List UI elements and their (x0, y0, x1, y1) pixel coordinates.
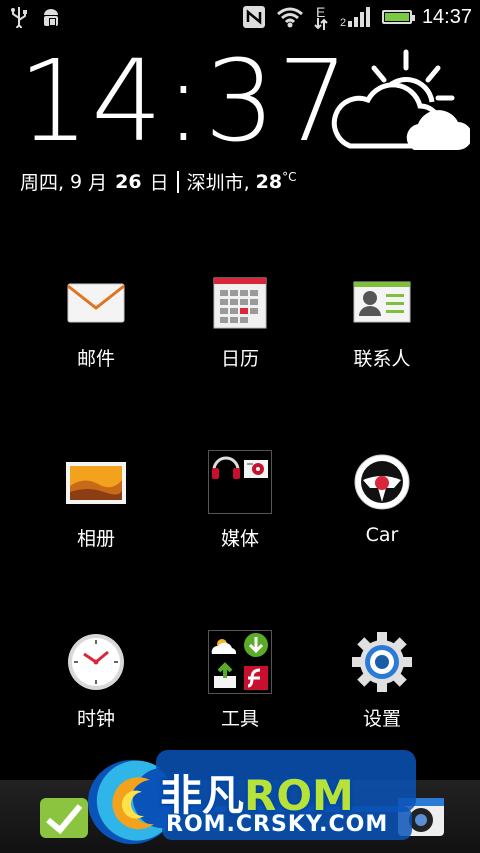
app-label: 媒体 (220, 528, 259, 550)
partly-cloudy-icon[interactable] (328, 48, 470, 160)
app-contacts[interactable]: 联系人 (317, 270, 447, 371)
day-number: 26 (115, 170, 142, 193)
app-gallery[interactable]: 相册 (31, 450, 161, 551)
clock-time[interactable]: 14:37 (18, 46, 351, 158)
edge-signal-icon: E (314, 4, 330, 30)
month-number: 9 (70, 170, 83, 193)
app-label: 时钟 (76, 708, 115, 730)
calendar-icon (213, 277, 267, 329)
app-mail[interactable]: 邮件 (31, 270, 161, 371)
app-label: 设置 (362, 708, 401, 730)
app-label: 日历 (220, 348, 259, 370)
app-label: 邮件 (76, 348, 115, 370)
status-bar[interactable]: E 2 14:37 (0, 0, 480, 34)
divider (176, 170, 179, 193)
svg-text:2: 2 (340, 17, 346, 27)
app-calendar[interactable]: 日历 (175, 270, 305, 371)
nfc-icon (242, 6, 265, 28)
weekday: 周四, (20, 172, 65, 194)
tools-folder-icon (208, 630, 272, 694)
app-label: Car (365, 524, 399, 546)
media-folder-icon (208, 450, 272, 514)
wifi-icon (276, 7, 303, 28)
app-media-folder[interactable]: 媒体 (175, 450, 305, 551)
contacts-icon (353, 281, 411, 323)
status-time: 14:37 (421, 5, 472, 28)
month-label: 月 (88, 172, 108, 194)
app-label: 相册 (76, 528, 115, 550)
app-clock[interactable]: 时钟 (31, 630, 161, 731)
usb-icon (11, 7, 27, 28)
settings-gear-icon (352, 632, 412, 692)
app-label: 联系人 (353, 348, 411, 370)
clock-icon (68, 634, 124, 690)
signal-icon: 2 (340, 7, 370, 27)
car-steering-icon (354, 454, 410, 510)
app-label: 工具 (220, 708, 259, 730)
battery-icon (381, 10, 415, 24)
temperature: 28 (255, 170, 283, 193)
app-settings[interactable]: 设置 (317, 630, 447, 731)
app-tools-folder[interactable]: 工具 (175, 630, 305, 731)
android-debug-icon (44, 9, 58, 26)
temperature-unit: °C (282, 170, 297, 184)
app-car[interactable]: Car (317, 450, 447, 546)
day-label: 日 (149, 172, 169, 194)
mail-icon (67, 283, 125, 323)
date-weather-line[interactable]: 周四, 9 月 26 日 深圳市, 28 °C (20, 168, 297, 195)
gallery-icon (66, 462, 126, 504)
city-name: 深圳市, (186, 172, 250, 194)
watermark-url: ROM.CRSKY.COM (166, 812, 389, 837)
